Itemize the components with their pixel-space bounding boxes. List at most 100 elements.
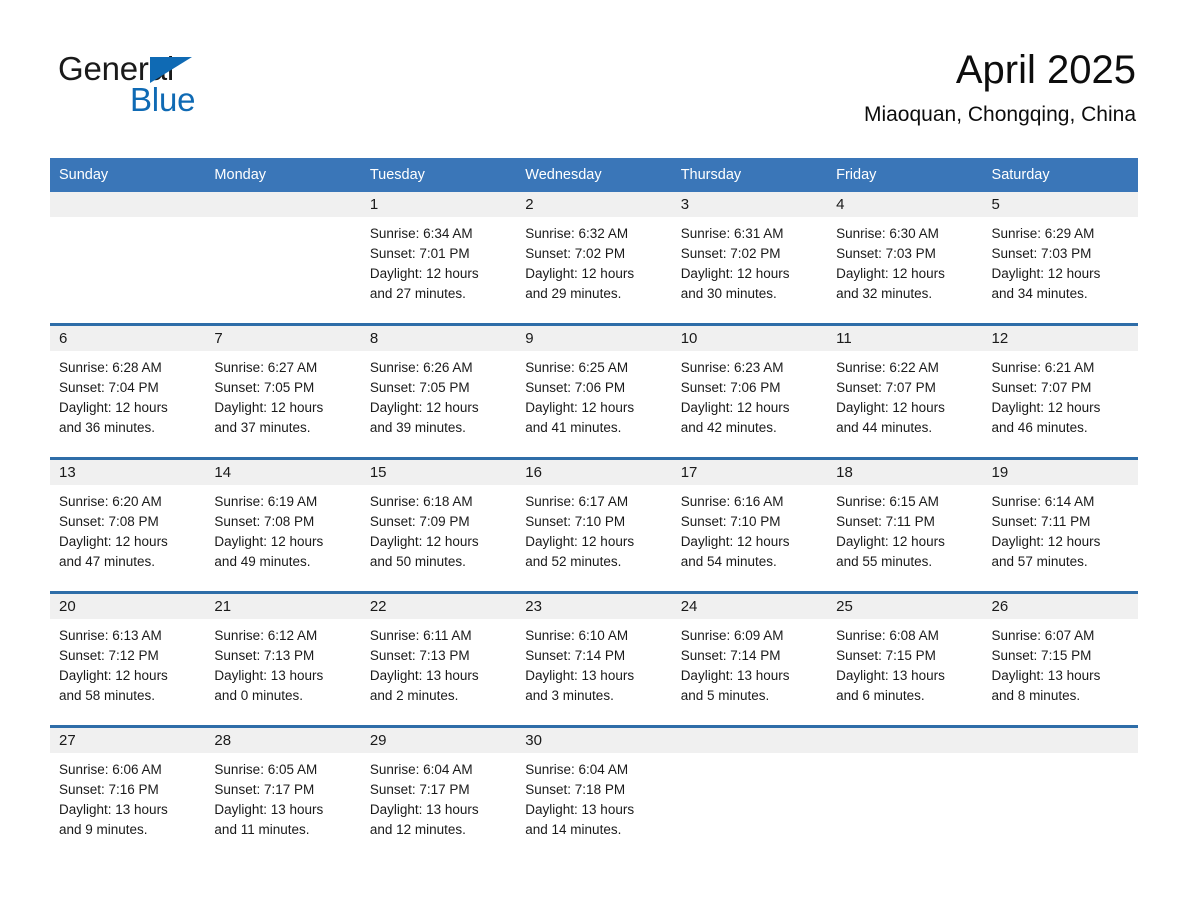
day-cell-inner: 19 Sunrise: 6:14 AM Sunset: 7:11 PM Dayligh…: [982, 460, 1138, 591]
day-number: 27: [50, 728, 206, 753]
day-detail-line: Daylight: 12 hours: [991, 400, 1101, 415]
calendar-day-cell[interactable]: 2 Sunrise: 6:32 AM Sunset: 7:02 PM Daylight…: [516, 192, 672, 325]
day-cell-inner: 11 Sunrise: 6:22 AM Sunset: 7:07 PM Dayligh…: [827, 326, 983, 457]
calendar-day-cell[interactable]: 14 Sunrise: 6:19 AM Sunset: 7:08 PM Dayligh…: [205, 457, 361, 593]
calendar-day-cell[interactable]: 22 Sunrise: 6:11 AM Sunset: 7:13 PM Dayligh…: [360, 591, 517, 727]
calendar-day-cell[interactable]: 16 Sunrise: 6:17 AM Sunset: 7:10 PM Dayligh…: [516, 457, 672, 593]
calendar-day-cell[interactable]: 30 Sunrise: 6:04 AM Sunset: 7:18 PM Dayligh…: [516, 725, 672, 859]
day-detail-line: Sunset: 7:12 PM: [59, 648, 159, 663]
day-detail-line: Sunset: 7:03 PM: [991, 246, 1092, 261]
calendar-day-cell[interactable]: 13 Sunrise: 6:20 AM Sunset: 7:08 PM Dayligh…: [50, 457, 206, 593]
column-divider: [827, 485, 829, 591]
calendar-day-cell[interactable]: 28 Sunrise: 6:05 AM Sunset: 7:17 PM Dayligh…: [205, 725, 361, 859]
day-details: Sunrise: 6:12 AM Sunset: 7:13 PM Daylight:…: [205, 619, 360, 706]
day-number: 21: [205, 594, 361, 619]
calendar-body: 1 Sunrise: 6:34 AM Sunset: 7:01 PM Daylight…: [50, 192, 1138, 859]
day-detail-line: Daylight: 12 hours: [59, 400, 168, 415]
day-number: 7: [205, 326, 361, 351]
calendar-day-cell[interactable]: 1 Sunrise: 6:34 AM Sunset: 7:01 PM Daylight…: [360, 192, 517, 325]
calendar-empty-cell: [827, 725, 983, 859]
calendar-day-cell[interactable]: 10 Sunrise: 6:23 AM Sunset: 7:06 PM Dayligh…: [671, 323, 828, 459]
day-detail-line: Sunset: 7:04 PM: [59, 380, 159, 395]
day-detail-line: and 57 minutes.: [991, 554, 1088, 569]
day-cell-inner: [671, 728, 828, 859]
calendar-day-cell[interactable]: 4 Sunrise: 6:30 AM Sunset: 7:03 PM Daylight…: [827, 192, 983, 325]
day-detail-line: Sunrise: 6:07 AM: [991, 628, 1095, 643]
calendar-week-row: 6 Sunrise: 6:28 AM Sunset: 7:04 PM Daylight…: [50, 323, 1138, 459]
calendar-day-cell[interactable]: 9 Sunrise: 6:25 AM Sunset: 7:06 PM Daylight…: [516, 323, 672, 459]
day-cell-inner: [982, 728, 1138, 859]
general-blue-logo[interactable]: General Blue: [58, 52, 308, 122]
day-cell-inner: 10 Sunrise: 6:23 AM Sunset: 7:06 PM Dayligh…: [671, 326, 828, 457]
day-cell-inner: 5 Sunrise: 6:29 AM Sunset: 7:03 PM Daylight…: [982, 192, 1138, 323]
calendar-day-cell[interactable]: 18 Sunrise: 6:15 AM Sunset: 7:11 PM Dayligh…: [827, 457, 983, 593]
day-number: 2: [516, 192, 672, 217]
day-detail-line: Sunrise: 6:17 AM: [525, 494, 629, 509]
calendar-day-cell[interactable]: 26 Sunrise: 6:07 AM Sunset: 7:15 PM Dayligh…: [982, 591, 1138, 727]
calendar-day-cell[interactable]: 20 Sunrise: 6:13 AM Sunset: 7:12 PM Dayligh…: [50, 591, 206, 727]
column-divider: [516, 351, 518, 457]
calendar-day-cell[interactable]: 5 Sunrise: 6:29 AM Sunset: 7:03 PM Daylight…: [982, 192, 1138, 325]
day-detail-line: Daylight: 12 hours: [59, 668, 168, 683]
day-number: [50, 192, 206, 217]
column-divider: [827, 753, 829, 859]
day-detail-line: Sunset: 7:02 PM: [680, 246, 781, 261]
calendar-day-cell[interactable]: 3 Sunrise: 6:31 AM Sunset: 7:02 PM Daylight…: [671, 192, 828, 325]
day-number: [205, 192, 361, 217]
calendar-day-cell[interactable]: 7 Sunrise: 6:27 AM Sunset: 7:05 PM Daylight…: [205, 323, 361, 459]
day-detail-line: Sunrise: 6:14 AM: [991, 494, 1095, 509]
day-detail-line: and 50 minutes.: [369, 554, 466, 569]
day-detail-line: Daylight: 12 hours: [836, 400, 945, 415]
day-detail-line: Sunset: 7:13 PM: [369, 648, 470, 663]
day-detail-line: Sunset: 7:17 PM: [214, 782, 315, 797]
calendar-day-cell[interactable]: 24 Sunrise: 6:09 AM Sunset: 7:14 PM Dayligh…: [671, 591, 828, 727]
day-detail-line: and 5 minutes.: [680, 688, 770, 703]
calendar-day-cell[interactable]: 15 Sunrise: 6:18 AM Sunset: 7:09 PM Dayligh…: [360, 457, 517, 593]
calendar-day-cell[interactable]: 8 Sunrise: 6:26 AM Sunset: 7:05 PM Daylight…: [360, 323, 517, 459]
day-details: Sunrise: 6:06 AM Sunset: 7:16 PM Daylight:…: [50, 753, 205, 840]
day-detail-line: and 9 minutes.: [59, 822, 148, 837]
calendar-empty-cell: [205, 192, 361, 325]
calendar-day-cell[interactable]: 27 Sunrise: 6:06 AM Sunset: 7:16 PM Dayligh…: [50, 725, 206, 859]
day-detail-line: and 39 minutes.: [369, 420, 466, 435]
day-detail-line: Sunrise: 6:05 AM: [214, 762, 318, 777]
calendar-day-cell[interactable]: 19 Sunrise: 6:14 AM Sunset: 7:11 PM Dayligh…: [982, 457, 1138, 593]
day-detail-line: Daylight: 12 hours: [369, 534, 479, 549]
day-number: 8: [360, 326, 517, 351]
day-details: Sunrise: 6:32 AM Sunset: 7:02 PM Daylight:…: [516, 217, 671, 304]
calendar-day-cell[interactable]: 12 Sunrise: 6:21 AM Sunset: 7:07 PM Dayligh…: [982, 323, 1138, 459]
day-detail-line: Sunset: 7:15 PM: [991, 648, 1092, 663]
day-detail-line: Daylight: 12 hours: [680, 400, 790, 415]
calendar-day-cell[interactable]: 11 Sunrise: 6:22 AM Sunset: 7:07 PM Dayligh…: [827, 323, 983, 459]
day-detail-line: Sunrise: 6:12 AM: [214, 628, 318, 643]
day-detail-line: and 11 minutes.: [214, 822, 310, 837]
day-details: Sunrise: 6:17 AM Sunset: 7:10 PM Daylight:…: [516, 485, 671, 572]
day-cell-inner: 9 Sunrise: 6:25 AM Sunset: 7:06 PM Daylight…: [516, 326, 672, 457]
day-detail-line: and 2 minutes.: [369, 688, 459, 703]
calendar-day-cell[interactable]: 21 Sunrise: 6:12 AM Sunset: 7:13 PM Dayligh…: [205, 591, 361, 727]
day-detail-line: Daylight: 12 hours: [525, 534, 635, 549]
day-details: Sunrise: 6:04 AM Sunset: 7:18 PM Daylight:…: [516, 753, 671, 840]
calendar-day-cell[interactable]: 6 Sunrise: 6:28 AM Sunset: 7:04 PM Daylight…: [50, 323, 206, 459]
day-detail-line: Sunrise: 6:10 AM: [525, 628, 629, 643]
calendar-day-cell[interactable]: 23 Sunrise: 6:10 AM Sunset: 7:14 PM Dayligh…: [516, 591, 672, 727]
calendar-day-cell[interactable]: 17 Sunrise: 6:16 AM Sunset: 7:10 PM Dayligh…: [671, 457, 828, 593]
day-detail-line: Daylight: 12 hours: [369, 400, 479, 415]
column-divider: [360, 217, 362, 323]
day-detail-line: Daylight: 12 hours: [991, 534, 1101, 549]
day-detail-line: Sunset: 7:14 PM: [680, 648, 781, 663]
day-detail-line: Daylight: 13 hours: [525, 802, 635, 817]
calendar-header-row: Sunday Monday Tuesday Wednesday Thursday…: [50, 158, 1138, 192]
day-details: Sunrise: 6:22 AM Sunset: 7:07 PM Daylight:…: [827, 351, 982, 438]
day-detail-line: and 52 minutes.: [525, 554, 622, 569]
day-details: Sunrise: 6:21 AM Sunset: 7:07 PM Daylight:…: [983, 351, 1138, 438]
day-detail-line: Daylight: 12 hours: [836, 266, 945, 281]
day-details: Sunrise: 6:04 AM Sunset: 7:17 PM Daylight:…: [361, 753, 516, 840]
column-divider: [205, 351, 207, 457]
calendar-day-cell[interactable]: 25 Sunrise: 6:08 AM Sunset: 7:15 PM Dayligh…: [827, 591, 983, 727]
day-number: 23: [516, 594, 672, 619]
day-detail-line: and 46 minutes.: [991, 420, 1088, 435]
day-detail-line: Sunrise: 6:18 AM: [369, 494, 473, 509]
calendar-day-cell[interactable]: 29 Sunrise: 6:04 AM Sunset: 7:17 PM Dayligh…: [360, 725, 517, 859]
weekday-header-row: Sunday Monday Tuesday Wednesday Thursday…: [50, 158, 1138, 192]
